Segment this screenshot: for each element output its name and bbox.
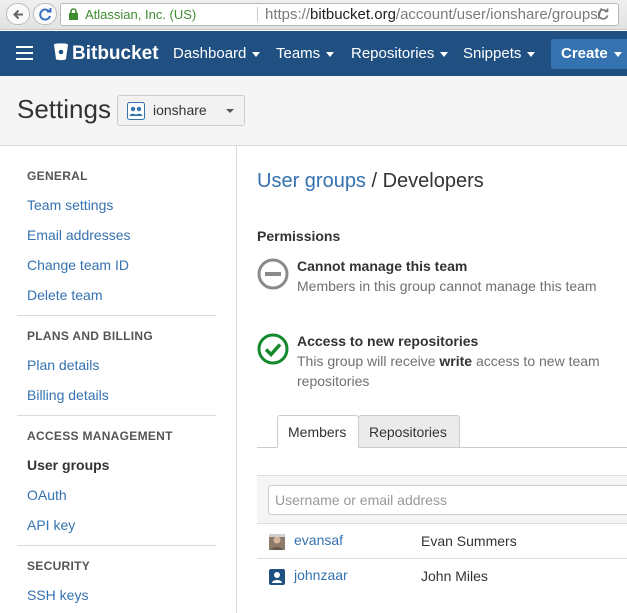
table-row: johnzaar John Miles [257,558,627,593]
breadcrumb-user-groups-link[interactable]: User groups [257,170,366,192]
chevron-down-icon [326,51,335,57]
sidebar-divider [17,415,216,416]
avatar [269,569,285,585]
sidebar-item-ssh-keys[interactable]: SSH keys [27,587,88,603]
member-search-input[interactable] [268,485,627,515]
group-tabs: Members Repositories [257,415,627,448]
brand-name[interactable]: Bitbucket [72,43,159,65]
nav-snippets[interactable]: Snippets [463,45,536,62]
sidebar-divider [17,315,216,316]
url-text: https://bitbucket.org/account/user/ionsh… [265,6,602,23]
breadcrumb: User groups / Developers [257,170,484,193]
browser-toolbar: Atlassian, Inc. (US) https://bitbucket.o… [0,0,627,30]
sidebar-item-billing-details[interactable]: Billing details [27,387,109,403]
back-button[interactable] [6,3,30,25]
avatar [269,534,285,550]
sidebar-item-user-groups[interactable]: User groups [27,457,109,473]
url-separator [257,7,258,22]
sidebar-heading-security: SECURITY [27,559,91,573]
table-row: evansaf Evan Summers [257,523,627,558]
member-username-link[interactable]: johnzaar [294,567,348,583]
bitbucket-logo-icon[interactable] [53,42,69,62]
member-search-panel [257,475,627,523]
tab-repositories[interactable]: Repositories [358,415,460,448]
create-button[interactable]: Create [551,39,627,69]
permissions-heading: Permissions [257,228,341,244]
breadcrumb-current: Developers [382,170,484,192]
team-avatar-icon [127,102,145,120]
sidebar-item-api-key[interactable]: API key [27,517,75,533]
page-title: Settings [17,94,111,124]
member-full-name: Evan Summers [421,533,517,549]
permission-title: Access to new repositories [297,333,479,349]
settings-header: Settings ionshare [0,76,627,146]
sidebar-item-team-settings[interactable]: Team settings [27,197,113,213]
chevron-down-icon [226,109,234,113]
sidebar-item-delete-team[interactable]: Delete team [27,287,102,303]
nav-dashboard[interactable]: Dashboard [173,45,261,62]
member-full-name: John Miles [421,568,488,584]
site-identity: Atlassian, Inc. (US) [85,7,197,22]
nav-repositories[interactable]: Repositories [351,45,449,62]
team-selector[interactable]: ionshare [117,95,245,126]
chevron-down-icon [440,51,449,57]
lock-icon [69,8,78,20]
app-header: Bitbucket Dashboard Teams Repositories S… [0,31,627,76]
sidebar-divider [17,545,216,546]
nav-teams[interactable]: Teams [276,45,335,62]
address-bar[interactable]: Atlassian, Inc. (US) https://bitbucket.o… [60,3,619,26]
sidebar-heading-access-management: ACCESS MANAGEMENT [27,429,173,443]
team-name: ionshare [153,102,207,118]
check-circle-icon [257,333,289,365]
sidebar-item-change-team-id[interactable]: Change team ID [27,257,129,273]
url-reload-icon[interactable] [596,7,610,21]
sidebar-item-plan-details[interactable]: Plan details [27,357,99,373]
reload-icon [39,8,52,21]
chevron-down-icon [527,51,536,57]
no-entry-icon [257,258,289,290]
hamburger-menu-icon[interactable] [16,46,33,60]
permission-description: Members in this group cannot manage this… [297,278,597,294]
sidebar-heading-plans-billing: PLANS AND BILLING [27,329,153,343]
permission-title: Cannot manage this team [297,258,468,274]
tab-members[interactable]: Members [277,415,359,448]
chevron-down-icon [252,51,261,57]
member-username-link[interactable]: evansaf [294,532,343,548]
settings-sidebar: GENERAL Team settings Email addresses Ch… [0,146,237,613]
reload-button[interactable] [33,3,57,25]
back-arrow-icon [13,9,23,20]
chevron-down-icon [613,51,622,57]
sidebar-heading-general: GENERAL [27,169,88,183]
permission-description: This group will receive write access to … [297,353,600,389]
sidebar-item-oauth[interactable]: OAuth [27,487,67,503]
breadcrumb-separator: / [365,170,383,192]
sidebar-item-email-addresses[interactable]: Email addresses [27,227,131,243]
